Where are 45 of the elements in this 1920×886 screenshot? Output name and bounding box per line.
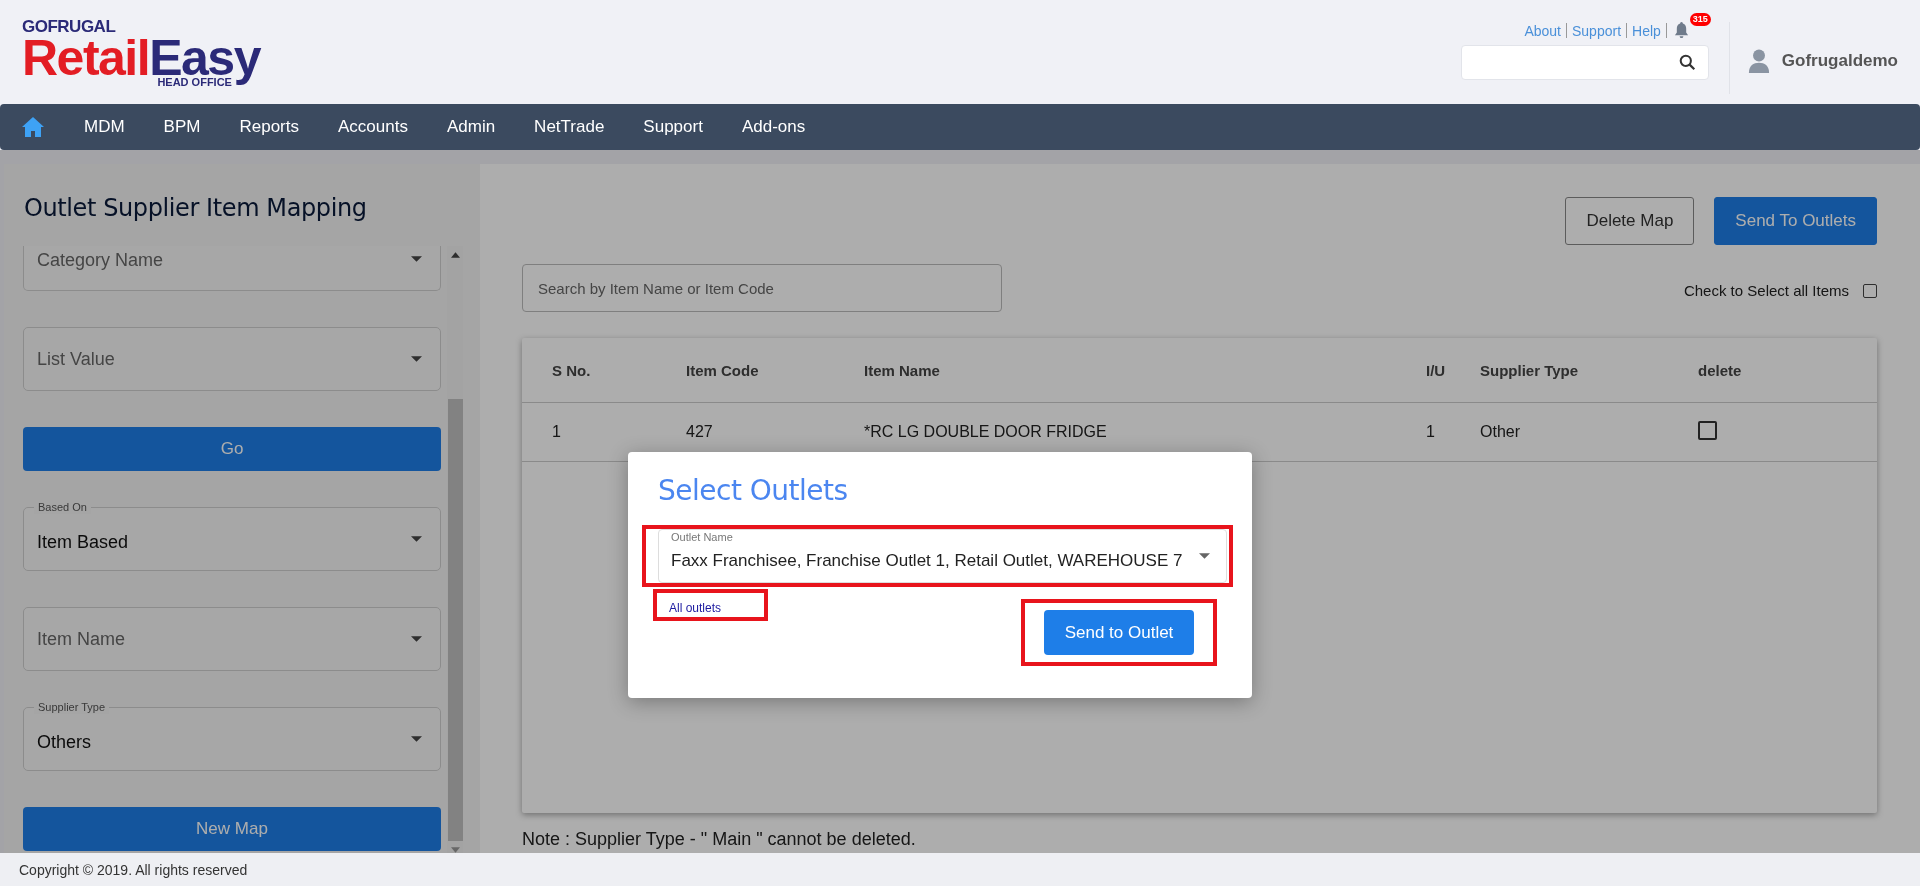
nav-item[interactable]: Add-ons [720, 117, 824, 137]
nav-item[interactable]: NetTrade [513, 117, 623, 137]
column-header: Item Code [685, 338, 863, 403]
table-cell: 1 [1425, 402, 1479, 462]
panel-title: Outlet Supplier Item Mapping [23, 193, 368, 224]
nav-item[interactable]: Accounts [317, 117, 426, 137]
notification-badge: 315 [1689, 13, 1711, 26]
dropdown-field[interactable]: List Value [23, 327, 441, 391]
bell-icon[interactable] [1673, 22, 1689, 39]
caret-icon [411, 256, 422, 262]
copyright-text: Copyright © 2019. All rights reserved [19, 861, 248, 878]
home-icon[interactable] [21, 116, 45, 138]
nav-item[interactable]: Support [622, 117, 721, 137]
dialog-title: Select Outlets [658, 474, 849, 507]
caret-icon [411, 736, 422, 742]
user-name[interactable]: Gofrugaldemo [1781, 51, 1898, 71]
column-header: delete [1697, 338, 1877, 403]
dropdown-field[interactable]: Category Name [23, 246, 441, 291]
checkbox[interactable] [1863, 283, 1877, 298]
caret-icon [1199, 553, 1210, 559]
caret-icon [411, 536, 422, 542]
search-field[interactable]: Search by Item Name or Item Code [522, 264, 1002, 312]
user-icon[interactable] [1747, 48, 1770, 74]
column-header: I/U [1425, 338, 1479, 403]
column-header: Supplier Type [1479, 338, 1697, 403]
send-to-outlet-button[interactable]: Send to Outlet [1044, 610, 1194, 655]
down-arrow-icon[interactable] [450, 847, 460, 853]
nav-item[interactable]: Admin [425, 117, 514, 137]
nav-item[interactable]: Reports [218, 117, 317, 137]
caret-icon [411, 636, 422, 642]
dropdown-field[interactable]: Item Name [23, 607, 441, 671]
table-cell: Other [1479, 402, 1697, 462]
nav-item[interactable]: BPM [142, 117, 219, 137]
all-outlets-link[interactable]: All outlets [669, 601, 722, 615]
nav-item[interactable]: MDM [63, 117, 143, 137]
action-button[interactable]: Delete Map [1565, 197, 1695, 245]
column-header: Item Name [863, 338, 1425, 403]
note-text: Note : Supplier Type - " Main " cannot be deleted. [522, 829, 917, 850]
select-all-label: Check to Select all Items [1683, 282, 1849, 299]
column-header: S No. [522, 338, 685, 403]
outlet-select[interactable]: Outlet Name Faxx Franchisee, Franchise Outlet 1, Retail Outlet, WAREHOUSE 7 [658, 529, 1227, 583]
caret-icon [411, 356, 422, 362]
up-arrow-icon[interactable] [450, 252, 460, 258]
checkbox[interactable] [1698, 420, 1717, 440]
search-icon [1678, 54, 1696, 71]
